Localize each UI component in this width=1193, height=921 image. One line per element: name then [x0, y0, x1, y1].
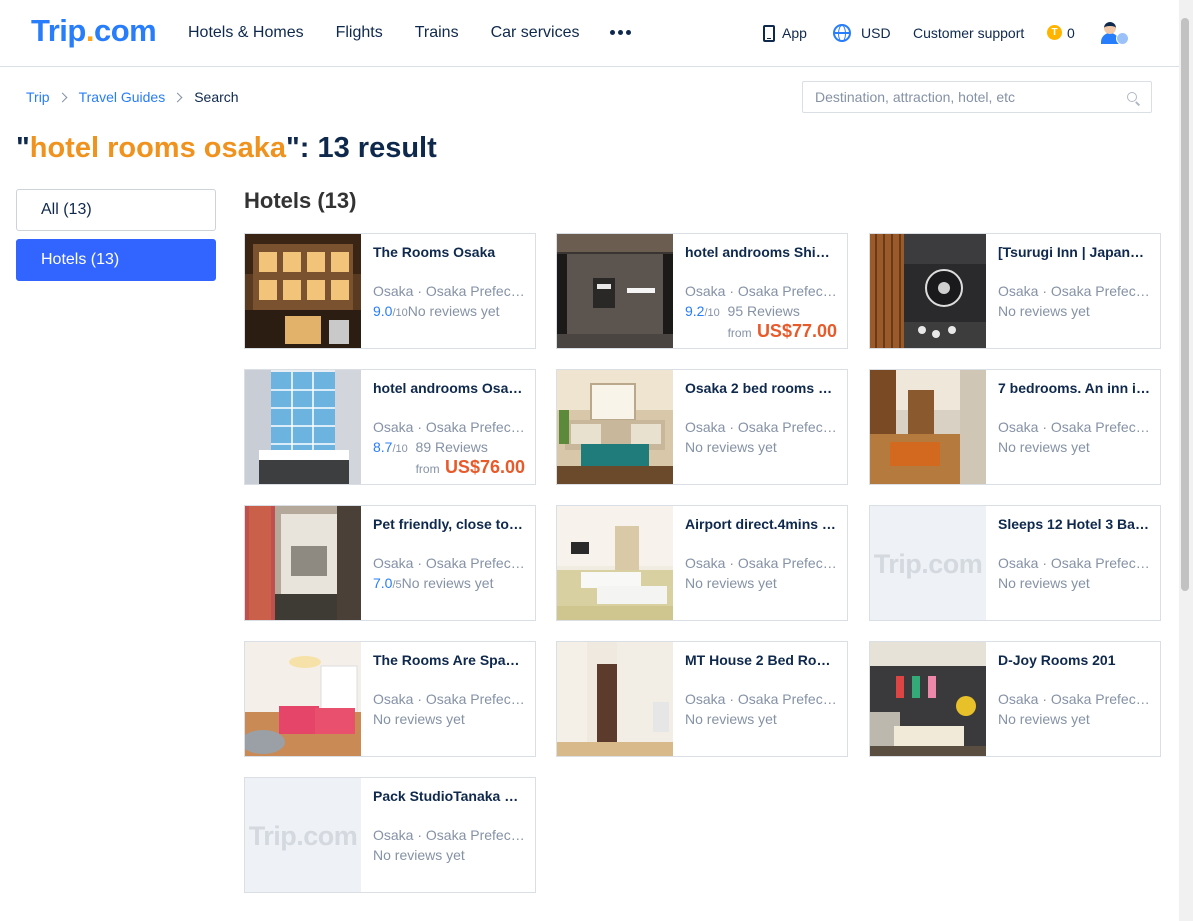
breadcrumb: Trip Travel Guides Search	[26, 88, 239, 106]
hotel-photo	[870, 370, 986, 484]
hotel-photo	[245, 234, 361, 348]
hotel-card[interactable]: [Tsurugi Inn | Japanese style] Osaka · O…	[869, 233, 1161, 349]
hotel-rating: No reviews yet	[685, 439, 777, 455]
hotel-photo	[245, 642, 361, 756]
hotel-name[interactable]: MT House 2 Bed Rooms	[685, 652, 837, 668]
app-link[interactable]: App	[782, 23, 807, 43]
hotel-location: Osaka · Osaka Prefecture	[998, 419, 1150, 435]
hotel-location: Osaka · Osaka Prefecture	[998, 283, 1150, 299]
hotel-location: Osaka · Osaka Prefecture	[373, 691, 525, 707]
hotel-name[interactable]: Pack StudioTanaka Osaka	[373, 788, 525, 804]
top-header: Trip.com Hotels & Homes Flights Trains C…	[0, 0, 1193, 67]
hotel-rating: No reviews yet	[685, 711, 777, 727]
hotel-name[interactable]: D-Joy Rooms 201	[998, 652, 1150, 668]
hotel-photo	[245, 506, 361, 620]
hotel-card[interactable]: Airport direct.4mins walk Osaka · Osaka …	[556, 505, 848, 621]
hotel-location: Osaka · Osaka Prefecture	[998, 691, 1150, 707]
user-avatar[interactable]	[1099, 20, 1131, 46]
hotel-location: Osaka · Osaka Prefecture	[685, 419, 837, 435]
coin-count[interactable]: 0	[1067, 23, 1075, 43]
hotel-photo	[557, 234, 673, 348]
hotel-name[interactable]: Sleeps 12 Hotel 3 Bathrooms	[998, 516, 1150, 532]
hotel-location: Osaka · Osaka Prefecture	[373, 555, 525, 571]
hotel-name[interactable]: hotel androoms Osaka Hommachi	[373, 380, 525, 396]
hotel-card[interactable]: 7 bedrooms. An inn in Osaka Osaka · Osak…	[869, 369, 1161, 485]
hotel-rating: 8.7/10 89 Reviews	[373, 439, 488, 455]
hotel-name[interactable]: The Rooms Osaka	[373, 244, 525, 260]
phone-icon	[763, 25, 775, 42]
nav-trains[interactable]: Trains	[415, 22, 459, 44]
hotel-location: Osaka · Osaka Prefecture	[685, 691, 837, 707]
hotel-rating: No reviews yet	[373, 847, 465, 863]
hotel-price: from US$76.00	[415, 457, 525, 477]
filter-hotels[interactable]: Hotels (13)	[16, 239, 216, 281]
search-box	[802, 81, 1152, 113]
filter-all[interactable]: All (13)	[16, 189, 216, 231]
hotel-location: Osaka · Osaka Prefecture	[373, 827, 525, 843]
hotel-rating: No reviews yet	[998, 439, 1090, 455]
chevron-right-icon	[172, 92, 183, 102]
hotel-location: Osaka · Osaka Prefecture	[998, 555, 1150, 571]
hotel-card[interactable]: D-Joy Rooms 201 Osaka · Osaka Prefecture…	[869, 641, 1161, 757]
hotel-location: Osaka · Osaka Prefecture	[685, 283, 837, 299]
chevron-right-icon	[57, 92, 68, 102]
search-keyword: hotel rooms osaka	[29, 132, 286, 164]
trip-coin-icon: T	[1047, 25, 1062, 40]
hotel-photo	[870, 642, 986, 756]
nav-hotels-homes[interactable]: Hotels & Homes	[188, 22, 304, 44]
hotel-name[interactable]: Osaka 2 bed rooms apartment	[685, 380, 837, 396]
hotel-rating: No reviews yet	[998, 575, 1090, 591]
main-nav: Hotels & Homes Flights Trains Car servic…	[188, 22, 611, 44]
hotel-location: Osaka · Osaka Prefecture	[685, 555, 837, 571]
placeholder-image: Trip.com	[245, 778, 361, 892]
hotel-rating: 9.0/10No reviews yet	[373, 303, 500, 319]
placeholder-image: Trip.com	[870, 506, 986, 620]
hotel-card[interactable]: MT House 2 Bed Rooms Osaka · Osaka Prefe…	[556, 641, 848, 757]
hotel-rating: 9.2/10 95 Reviews	[685, 303, 800, 319]
hotel-card[interactable]: The Rooms Osaka Osaka · Osaka Prefecture…	[244, 233, 536, 349]
hotel-name[interactable]: [Tsurugi Inn | Japanese style]	[998, 244, 1150, 260]
hotel-photo	[870, 234, 986, 348]
hotel-photo	[557, 642, 673, 756]
customer-support-link[interactable]: Customer support	[913, 23, 1024, 43]
nav-car-services[interactable]: Car services	[491, 22, 580, 44]
trip-logo[interactable]: Trip.com	[31, 13, 157, 49]
hotel-photo	[557, 370, 673, 484]
hotel-rating: 7.0/5No reviews yet	[373, 575, 494, 591]
hotel-name[interactable]: The Rooms Are Spacious	[373, 652, 525, 668]
hotel-price: from US$77.00	[727, 321, 837, 341]
hotel-location: Osaka · Osaka Prefecture	[373, 419, 525, 435]
breadcrumb-travel-guides[interactable]: Travel Guides	[79, 88, 166, 106]
hotel-photo	[245, 370, 361, 484]
hotel-card[interactable]: Trip.com Sleeps 12 Hotel 3 Bathrooms Osa…	[869, 505, 1161, 621]
globe-icon	[833, 24, 851, 42]
hotel-name[interactable]: Airport direct.4mins walk	[685, 516, 837, 532]
search-icon[interactable]	[1127, 92, 1137, 102]
section-title: Hotels (13)	[244, 188, 357, 213]
hotel-name[interactable]: hotel androoms Shin-Osaka	[685, 244, 837, 260]
hotel-card[interactable]: hotel androoms Shin-Osaka Osaka · Osaka …	[556, 233, 848, 349]
hotel-card[interactable]: The Rooms Are Spacious Osaka · Osaka Pre…	[244, 641, 536, 757]
hotel-name[interactable]: 7 bedrooms. An inn in Osaka	[998, 380, 1150, 396]
hotel-card[interactable]: Osaka 2 bed rooms apartment Osaka · Osak…	[556, 369, 848, 485]
hotel-card[interactable]: Trip.com Pack StudioTanaka Osaka Osaka ·…	[244, 777, 536, 893]
scrollbar-thumb[interactable]	[1181, 18, 1189, 591]
breadcrumb-trip[interactable]: Trip	[26, 88, 50, 106]
results-title: "hotel rooms osaka": 13 result	[16, 132, 437, 164]
hotel-rating: No reviews yet	[685, 575, 777, 591]
hotel-photo	[557, 506, 673, 620]
hotel-card[interactable]: Pet friendly, close to station Osaka · O…	[244, 505, 536, 621]
currency-selector[interactable]: USD	[861, 23, 891, 43]
hotel-rating: No reviews yet	[373, 711, 465, 727]
nav-flights[interactable]: Flights	[336, 22, 383, 44]
hotel-card[interactable]: hotel androoms Osaka Hommachi Osaka · Os…	[244, 369, 536, 485]
more-menu-icon[interactable]	[610, 30, 631, 35]
breadcrumb-current: Search	[194, 89, 239, 105]
search-input[interactable]	[803, 82, 1103, 112]
hotel-name[interactable]: Pet friendly, close to station	[373, 516, 525, 532]
hotel-rating: No reviews yet	[998, 303, 1090, 319]
hotel-location: Osaka · Osaka Prefecture	[373, 283, 525, 299]
hotel-rating: No reviews yet	[998, 711, 1090, 727]
